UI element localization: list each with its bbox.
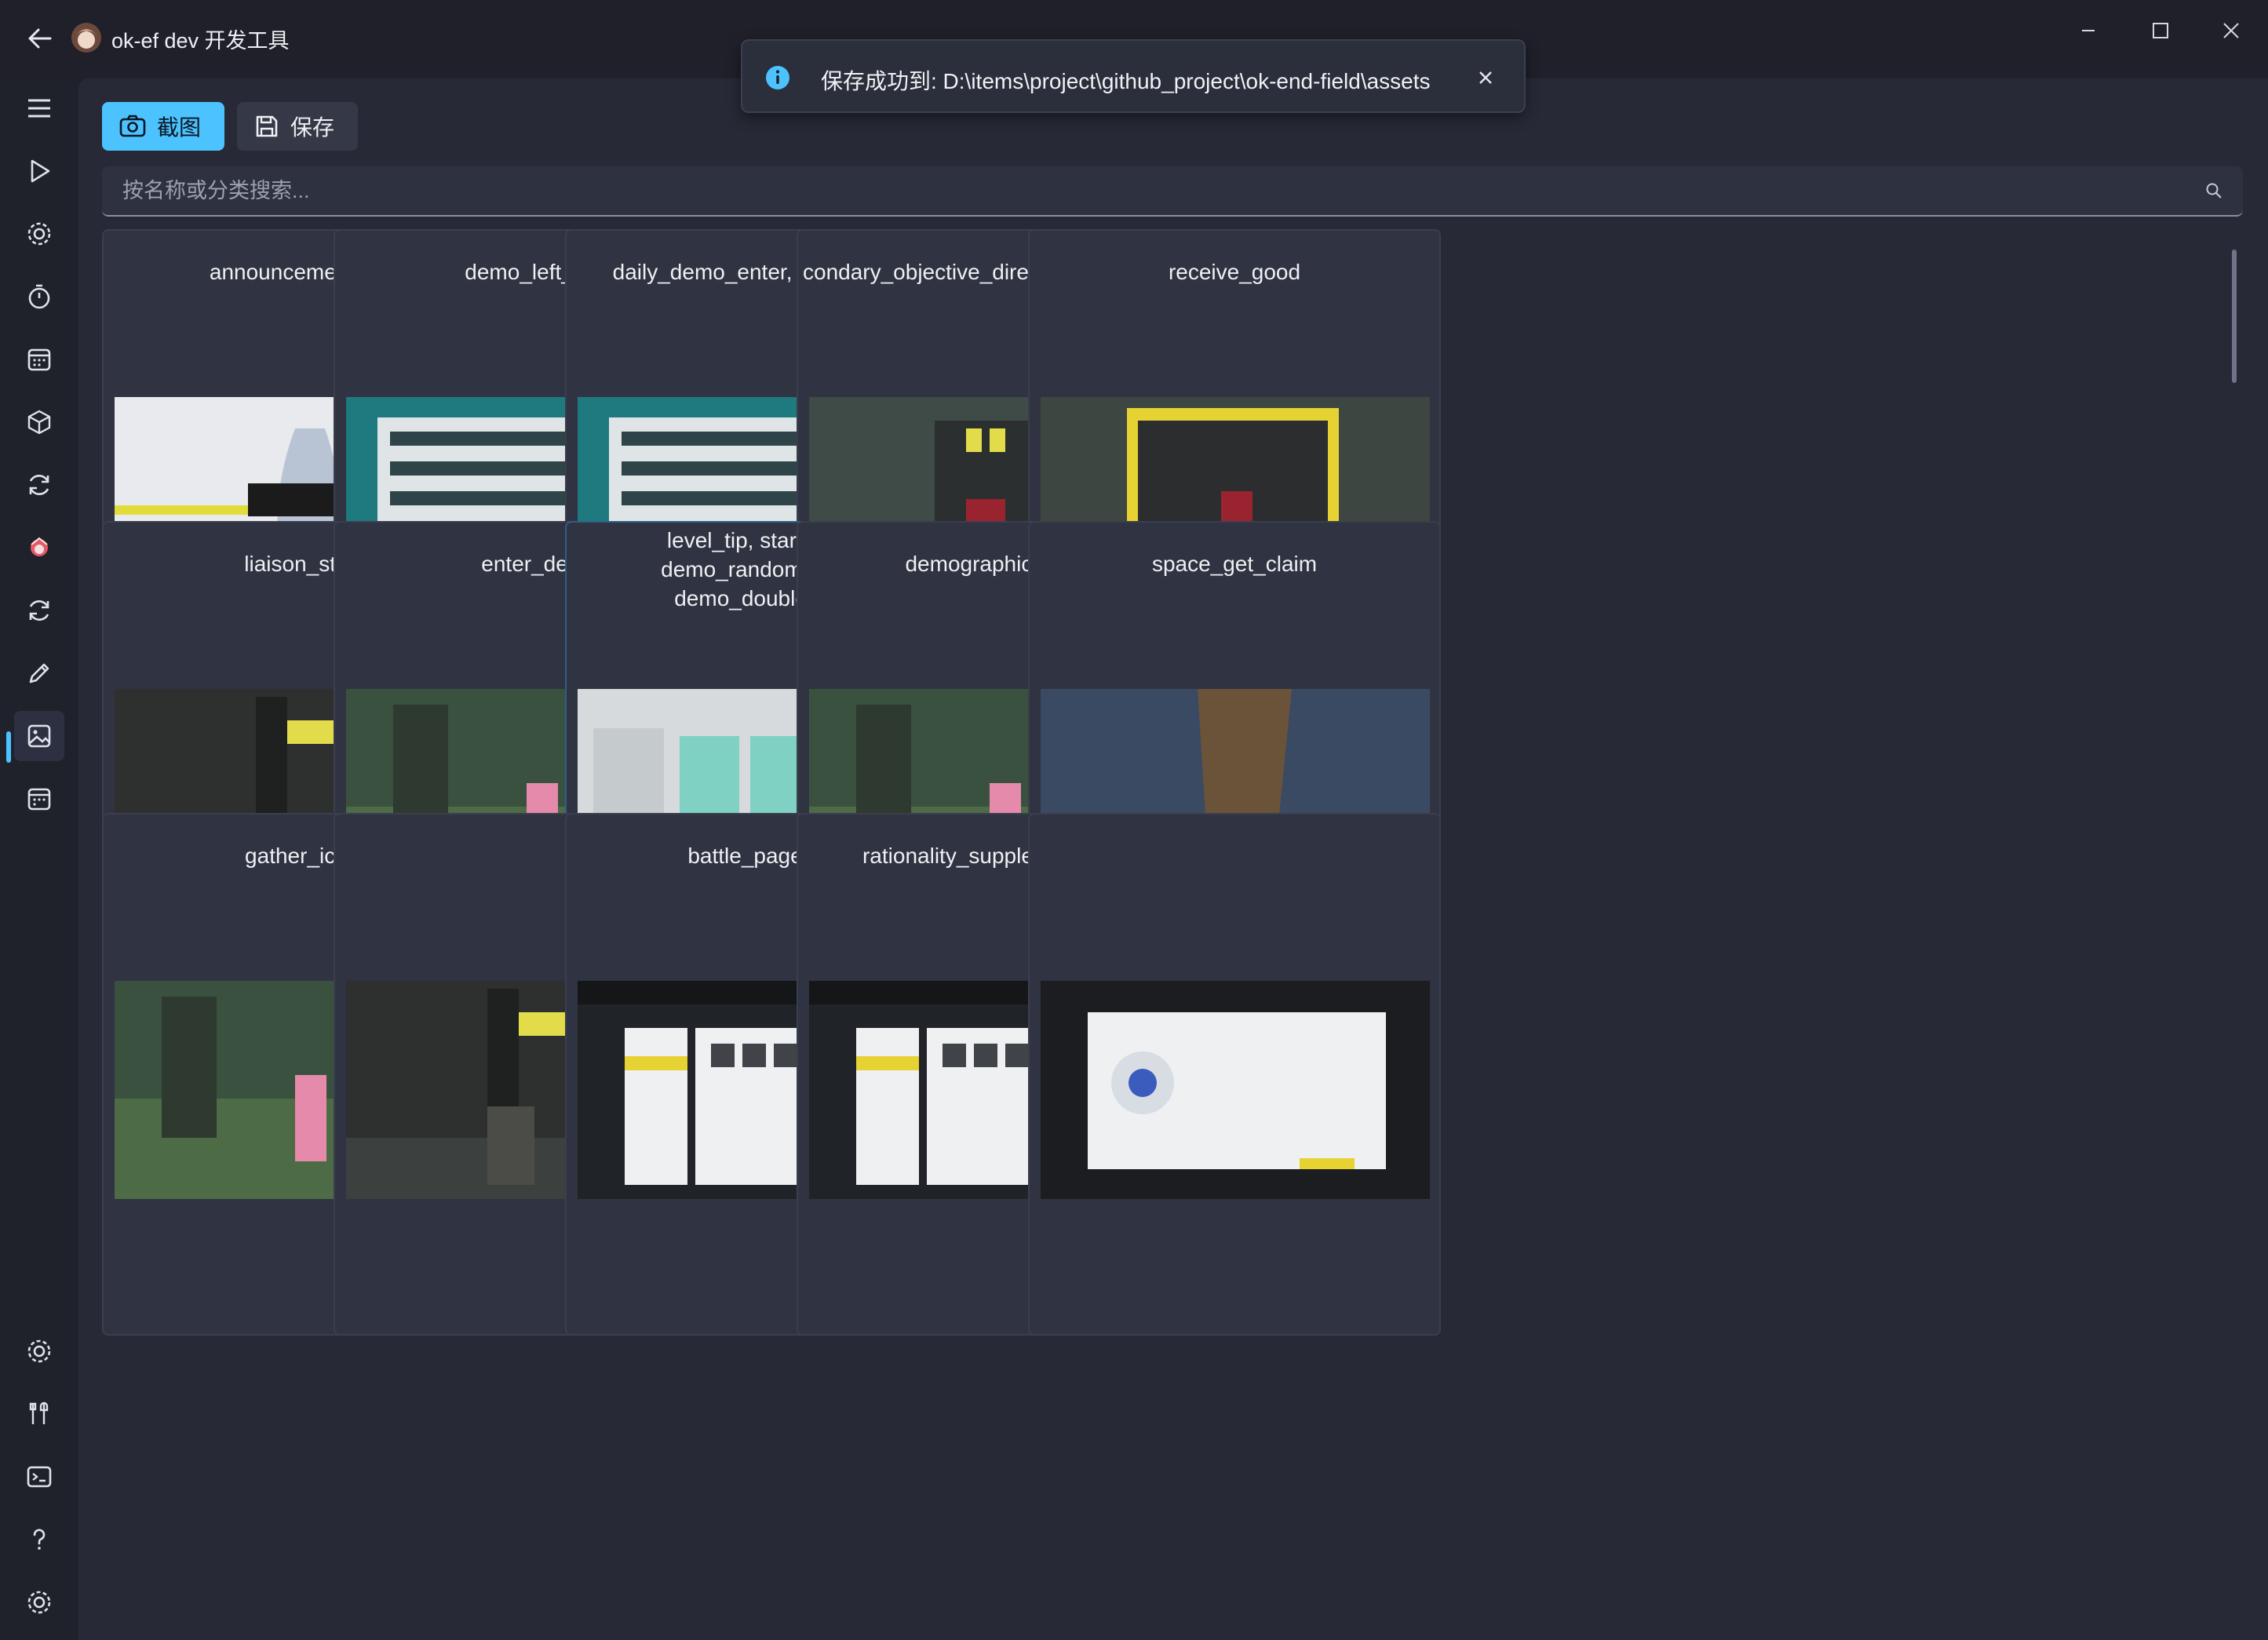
nav-character-avatar-icon[interactable] — [14, 523, 64, 573]
menu-icon[interactable] — [14, 83, 64, 133]
nav-calendar-icon[interactable] — [14, 334, 64, 384]
nav-help-icon[interactable] — [14, 1514, 64, 1565]
search-input[interactable] — [102, 166, 2211, 215]
maximize-icon[interactable] — [2139, 11, 2182, 50]
back-arrow-icon[interactable] — [24, 22, 57, 55]
capture-button[interactable]: 截图 — [102, 102, 224, 151]
nav-sync-icon[interactable] — [14, 460, 64, 510]
card-title — [1034, 841, 1435, 906]
nav-gear-icon[interactable] — [14, 209, 64, 259]
grid-scrollbar[interactable] — [2232, 250, 2237, 383]
toast-message: 保存成功到: D:\items\project\github_project\o… — [821, 69, 1431, 93]
close-window-icon[interactable] — [2209, 11, 2253, 50]
nav-cube-icon[interactable] — [14, 397, 64, 447]
window-title: ok-ef dev 开发工具 — [111, 29, 290, 53]
nav-settings-icon[interactable] — [14, 1577, 64, 1627]
capture-button-label: 截图 — [157, 115, 202, 140]
save-button[interactable]: 保存 — [237, 102, 358, 151]
search-icon[interactable] — [2205, 182, 2222, 199]
active-nav-indicator — [6, 731, 11, 763]
card-title: receive_good — [1168, 260, 1301, 284]
nav-sync-icon-2[interactable] — [14, 585, 64, 636]
toast-close-icon[interactable] — [1474, 66, 1497, 89]
card-thumbnail-image — [1041, 981, 1430, 1199]
camera-icon — [119, 115, 146, 137]
content-area: 截图 保存 announcement_icon77demo_left_time7… — [78, 78, 2268, 1640]
app-avatar-icon — [71, 23, 101, 53]
nav-pencil-icon[interactable] — [14, 648, 64, 698]
nav-stopwatch-icon[interactable] — [14, 272, 64, 322]
navigation-sidebar — [0, 78, 78, 1640]
template-card[interactable] — [1028, 813, 1441, 1336]
floppy-disk-icon — [256, 115, 278, 137]
nav-tools-icon[interactable] — [14, 1389, 64, 1439]
search-box — [102, 166, 2243, 217]
nav-calendar-icon-2[interactable] — [14, 774, 64, 824]
nav-image-icon[interactable] — [14, 711, 64, 761]
nav-start-play-icon[interactable] — [14, 146, 64, 196]
save-button-label: 保存 — [290, 115, 335, 140]
info-icon — [766, 66, 789, 89]
minimize-icon[interactable] — [2066, 11, 2110, 50]
card-title: space_get_claim — [1151, 552, 1318, 576]
template-grid: announcement_icon77demo_left_time74daily… — [102, 229, 2221, 1615]
nav-bottom-gear-icon[interactable] — [14, 1326, 64, 1376]
save-toast: 保存成功到: D:\items\project\github_project\o… — [741, 39, 1526, 113]
nav-terminal-icon[interactable] — [14, 1452, 64, 1502]
